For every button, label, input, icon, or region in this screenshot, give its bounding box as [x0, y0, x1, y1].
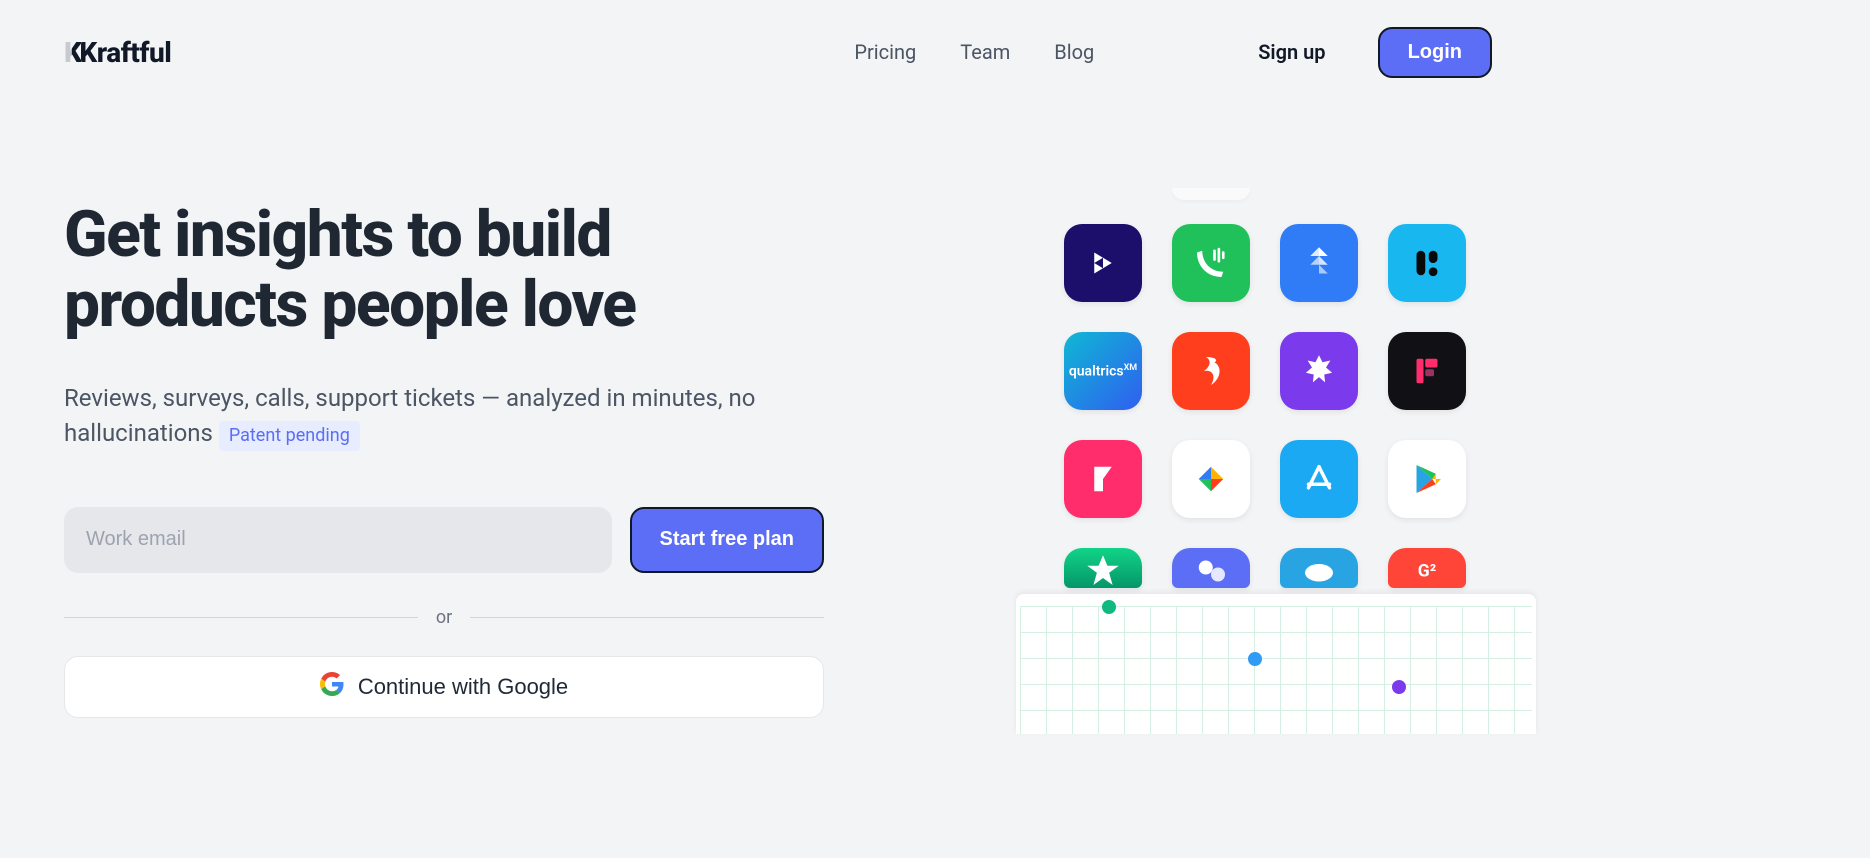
app-tile-trustpilot [1064, 548, 1142, 588]
app-tile-podium [1172, 548, 1250, 588]
app-tile-pendo [1064, 440, 1142, 518]
start-free-plan-button[interactable]: Start free plan [630, 507, 824, 573]
hero-section: Get insights to build products people lo… [0, 80, 1556, 718]
hero-copy: Get insights to build products people lo… [64, 200, 824, 718]
chart-dot [1102, 600, 1116, 614]
work-email-input[interactable] [64, 507, 612, 573]
google-button-label: Continue with Google [358, 674, 568, 700]
app-tile-g2: G² [1388, 548, 1466, 588]
top-nav: Pricing Team Blog Sign up Login [854, 27, 1492, 78]
signup-row: Start free plan [64, 507, 824, 573]
app-integrations-grid: qualtricsXM G² [1064, 224, 1466, 626]
app-tile-front [1388, 332, 1466, 410]
app-tile-qualtrics: qualtricsXM [1064, 332, 1142, 410]
hero-headline: Get insights to build products people lo… [64, 200, 824, 341]
signup-link[interactable]: Sign up [1258, 40, 1325, 64]
app-tile-jira [1280, 224, 1358, 302]
app-tile-spark [1280, 332, 1358, 410]
app-tile-google-play [1388, 440, 1466, 518]
or-label: or [436, 607, 452, 628]
app-tile-hotjar [1172, 332, 1250, 410]
continue-with-google-button[interactable]: Continue with Google [64, 656, 824, 718]
svg-text:G²: G² [1418, 561, 1436, 581]
app-tile-dovetail [1064, 224, 1142, 302]
chart-dot [1248, 652, 1262, 666]
brand-name: Kraftful [79, 36, 171, 69]
app-tile-salesforce [1280, 548, 1358, 588]
patent-badge: Patent pending [219, 421, 360, 451]
brand-logo: KKKraftful [64, 36, 171, 69]
nav-link-team[interactable]: Team [960, 40, 1010, 64]
app-tile-frill [1388, 224, 1466, 302]
nav-link-blog[interactable]: Blog [1054, 40, 1094, 64]
google-icon [320, 672, 344, 702]
or-divider: or [64, 607, 824, 628]
chart-dot [1392, 680, 1406, 694]
nav-link-pricing[interactable]: Pricing [854, 40, 916, 64]
login-button[interactable]: Login [1378, 27, 1492, 78]
hero-subhead: Reviews, surveys, calls, support tickets… [64, 381, 824, 451]
site-header: KKKraftful Pricing Team Blog Sign up Log… [0, 0, 1556, 80]
mini-chart [1016, 594, 1536, 734]
hero-visual: qualtricsXM G² [864, 200, 1556, 718]
hero-subhead-text: Reviews, surveys, calls, support tickets… [64, 384, 755, 447]
app-tile-phone-survey [1172, 224, 1250, 302]
app-tile-zapier [1172, 440, 1250, 518]
app-tile-app-store [1280, 440, 1358, 518]
